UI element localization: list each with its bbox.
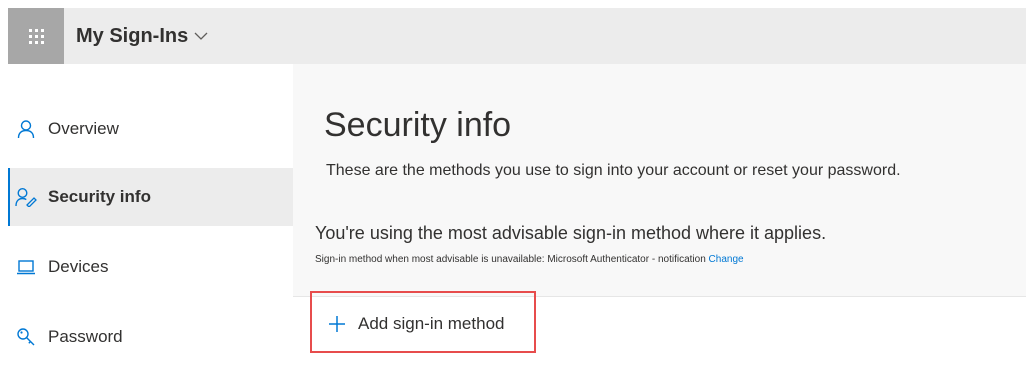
page-title: Security info xyxy=(324,106,512,144)
person-icon xyxy=(14,117,38,141)
add-sign-in-method-label: Add sign-in method xyxy=(358,314,505,333)
change-default-method-link[interactable]: Change xyxy=(709,254,744,265)
security-info-icon xyxy=(14,185,38,209)
sidebar-item-label: Security info xyxy=(48,187,151,206)
key-icon xyxy=(14,325,38,349)
sidebar-item-label: Devices xyxy=(48,257,109,276)
chevron-down-icon xyxy=(194,31,208,41)
app-launcher-button[interactable] xyxy=(8,8,64,64)
main-content: Security info These are the methods you … xyxy=(293,64,1026,353)
app-title-dropdown[interactable]: My Sign-Ins xyxy=(76,8,208,64)
sidebar-item-security-info[interactable]: Security info xyxy=(8,168,293,226)
default-method-note-text: Sign-in method when most advisable is un… xyxy=(315,254,706,265)
add-sign-in-method-button[interactable]: Add sign-in method xyxy=(326,313,504,335)
top-header: My Sign-Ins xyxy=(8,8,1026,64)
plus-icon xyxy=(326,313,348,335)
sidebar-item-label: Password xyxy=(48,327,123,346)
app-title: My Sign-Ins xyxy=(76,24,189,47)
laptop-icon xyxy=(14,255,38,279)
default-method-note: Sign-in method when most advisable is un… xyxy=(315,254,744,265)
advisable-method-text: You're using the most advisable sign-in … xyxy=(315,223,827,243)
page-subtitle: These are the methods you use to sign in… xyxy=(326,162,901,179)
sidebar-item-devices[interactable]: Devices xyxy=(8,238,293,296)
sidebar-item-label: Overview xyxy=(48,119,119,138)
sidebar: Overview Security info Devices Password xyxy=(8,64,293,347)
sidebar-item-password[interactable]: Password xyxy=(8,308,293,366)
waffle-icon xyxy=(28,28,44,44)
sidebar-item-overview[interactable]: Overview xyxy=(8,100,293,158)
